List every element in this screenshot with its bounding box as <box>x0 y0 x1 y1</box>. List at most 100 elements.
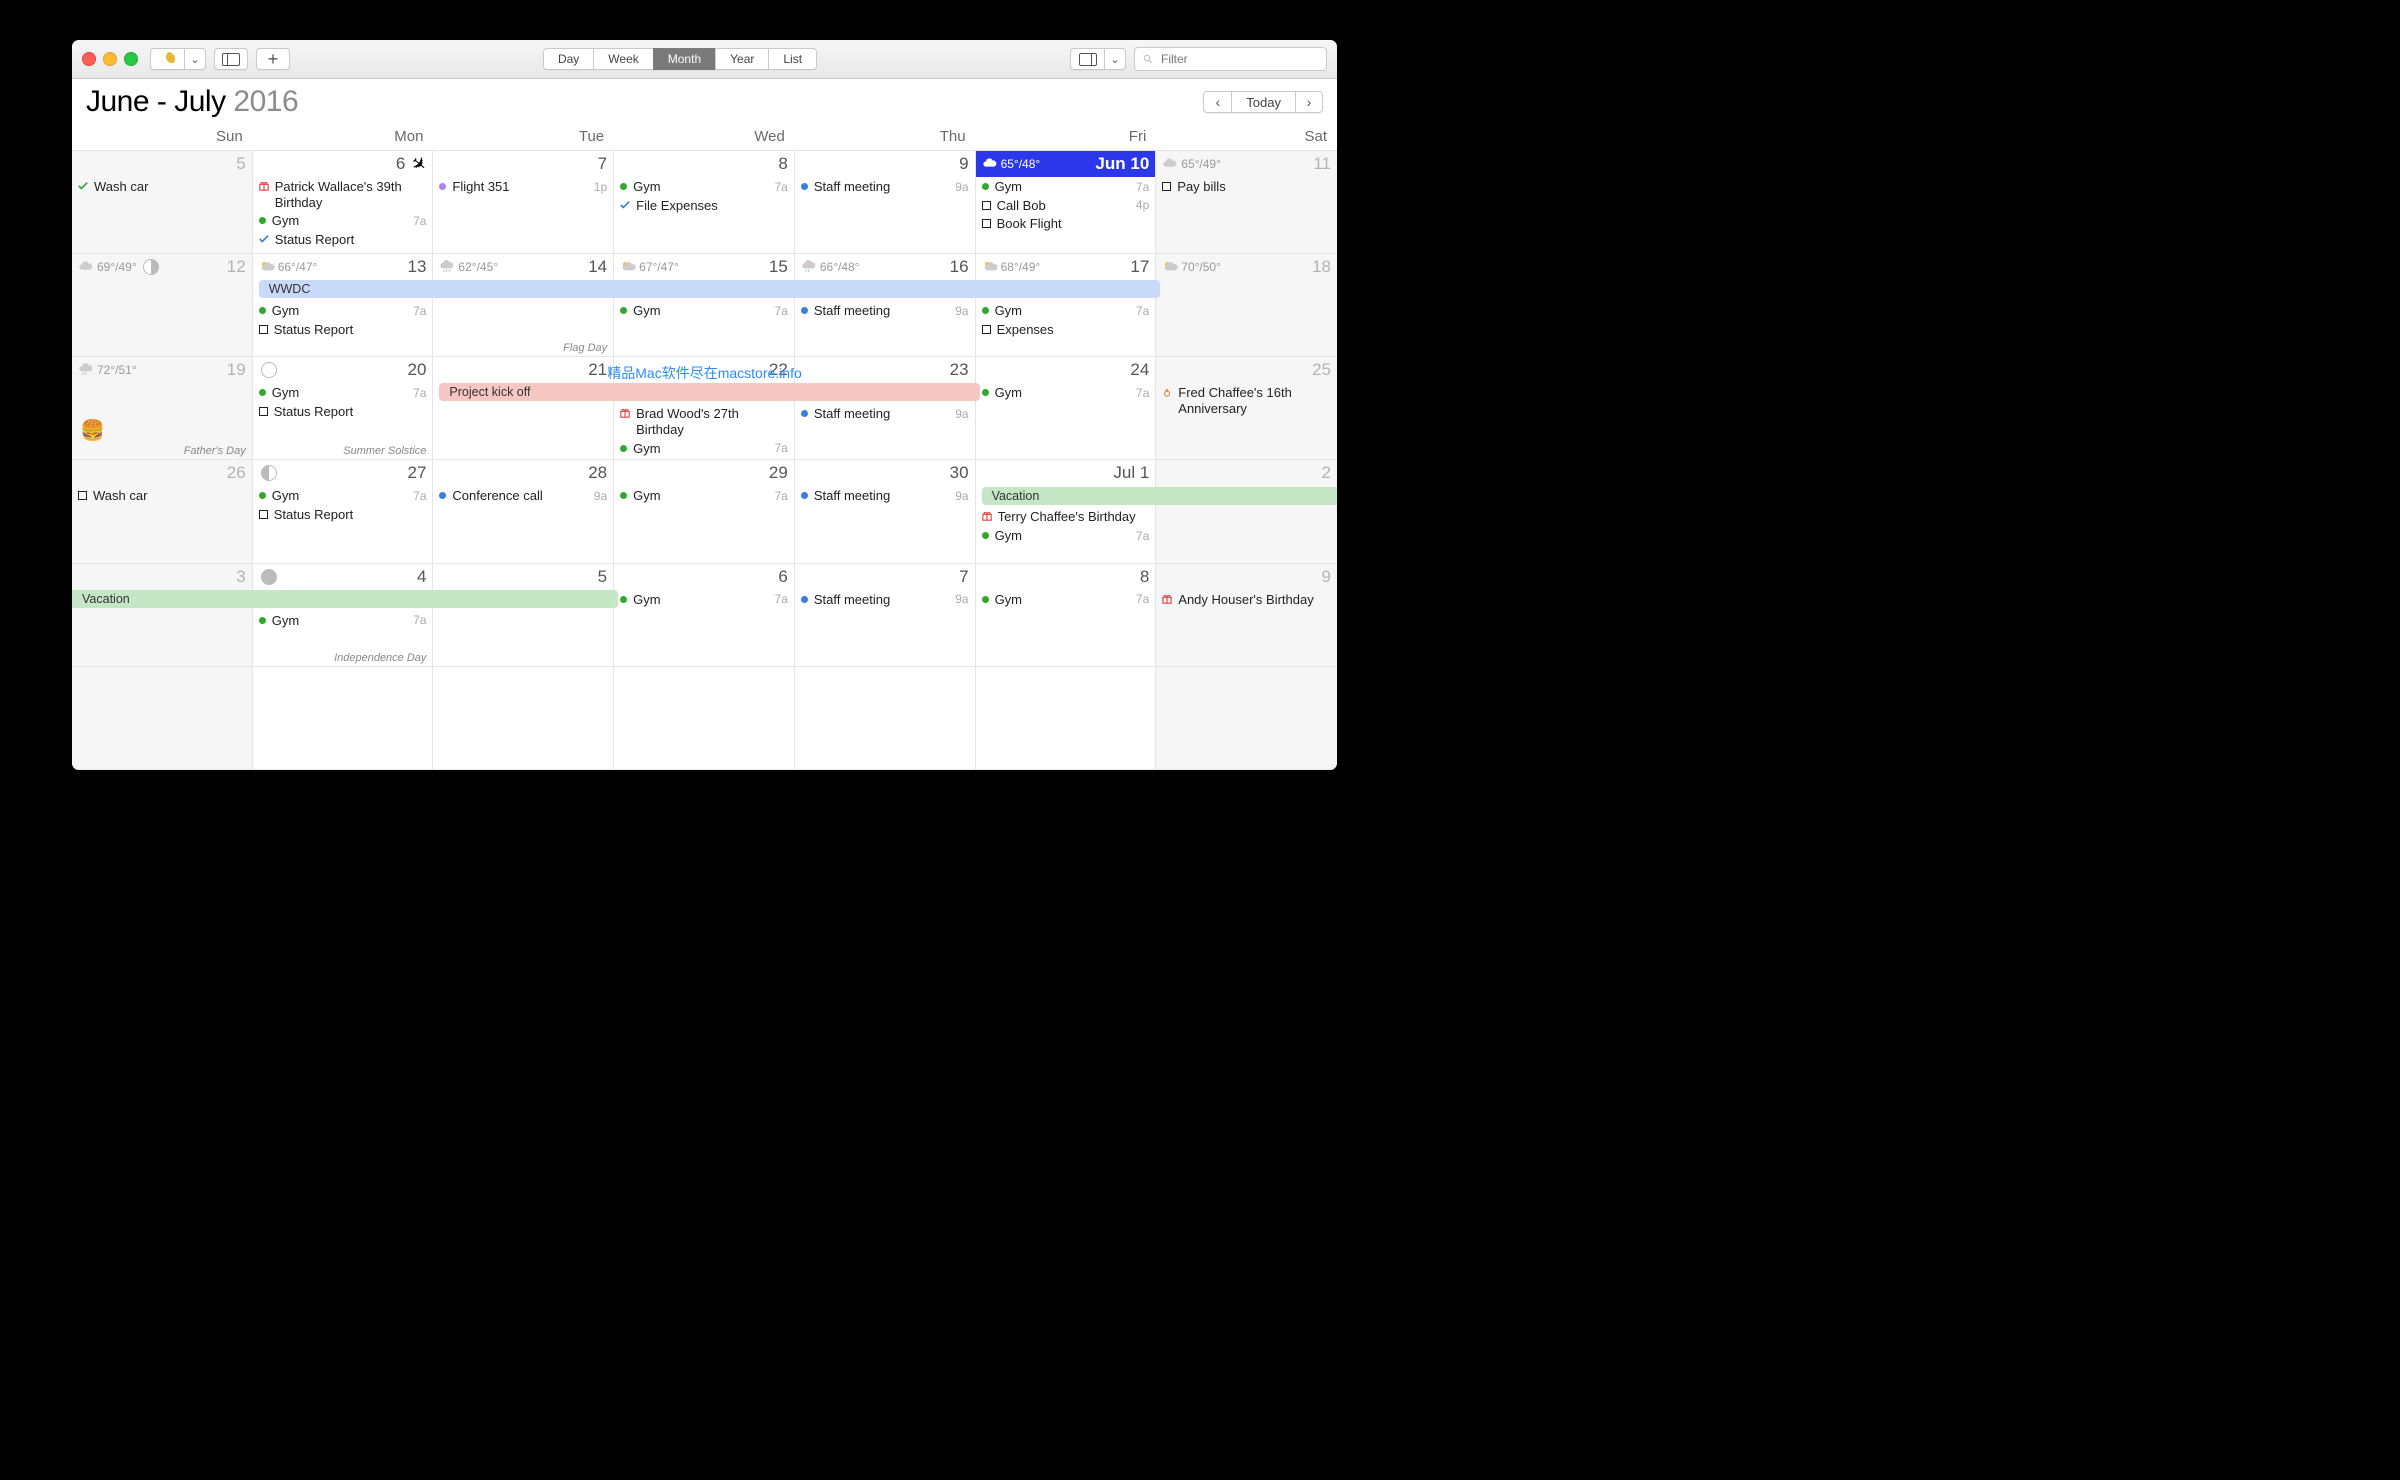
day-jun-17[interactable]: 68°/49° 17 Gym7aExpenses <box>976 254 1157 357</box>
event[interactable]: Gym7a <box>257 612 429 630</box>
event[interactable]: Gym7a <box>618 178 790 196</box>
today-button[interactable]: Today <box>1231 91 1295 113</box>
event[interactable]: Gym7a <box>980 591 1152 609</box>
view-year[interactable]: Year <box>715 48 768 70</box>
event[interactable]: Wash car <box>76 178 248 196</box>
event[interactable]: Wash car <box>76 487 248 505</box>
view-list[interactable]: List <box>768 48 817 70</box>
search-input[interactable] <box>1159 51 1318 67</box>
day-jun-19[interactable]: 72°/51° 19 🍔 Father's Day <box>72 357 253 460</box>
prev-month-button[interactable]: ‹ <box>1203 91 1231 113</box>
day-cell[interactable] <box>1156 667 1337 770</box>
day-cell[interactable] <box>72 667 253 770</box>
event[interactable]: Gym7a <box>257 487 429 505</box>
day-jul-5[interactable]: 5 <box>433 564 614 667</box>
event[interactable]: Andy Houser's Birthday <box>1160 591 1333 609</box>
panel-dropdown[interactable]: ⌄ <box>1104 48 1126 70</box>
event[interactable]: Pay bills <box>1160 178 1333 196</box>
close-window-button[interactable] <box>82 52 96 66</box>
event[interactable]: Gym7a <box>618 440 790 458</box>
day-jul-9[interactable]: 9 Andy Houser's Birthday <box>1156 564 1337 667</box>
event[interactable]: Staff meeting9a <box>799 405 971 423</box>
day-jun-22[interactable]: 22 Brad Wood's 27th BirthdayGym7a <box>614 357 795 460</box>
day-cell[interactable] <box>976 667 1157 770</box>
day-jun-26[interactable]: 26 Wash car <box>72 460 253 563</box>
event[interactable]: Staff meeting9a <box>799 178 971 196</box>
day-jun-23[interactable]: 23 Staff meeting9a <box>795 357 976 460</box>
span-event[interactable]: Project kick off <box>439 383 979 401</box>
day-jun-10-today[interactable]: 65°/48° Jun 10 Gym7aCall Bob4pBook Fligh… <box>976 151 1157 254</box>
day-jun-30[interactable]: 30 Staff meeting9a <box>795 460 976 563</box>
event[interactable]: Gym7a <box>257 212 429 230</box>
event[interactable]: Gym7a <box>980 178 1152 196</box>
event[interactable]: Gym7a <box>257 384 429 402</box>
event[interactable]: Patrick Wallace's 39th Birthday <box>257 178 429 211</box>
event[interactable]: Staff meeting9a <box>799 591 971 609</box>
view-day[interactable]: Day <box>543 48 593 70</box>
zoom-window-button[interactable] <box>124 52 138 66</box>
new-event-button[interactable]: + <box>256 48 290 70</box>
event[interactable]: Gym7a <box>980 527 1152 545</box>
day-jun-5[interactable]: 5 Wash car <box>72 151 253 254</box>
day-jun-15[interactable]: 67°/47° 15 Gym7a <box>614 254 795 357</box>
event[interactable]: Status Report <box>257 321 429 339</box>
event[interactable]: Fred Chaffee's 16th Anniversary <box>1160 384 1333 417</box>
day-jul-8[interactable]: 8 Gym7a <box>976 564 1157 667</box>
event[interactable]: Conference call9a <box>437 487 609 505</box>
day-jun-6[interactable]: 6 ✈ Patrick Wallace's 39th BirthdayGym7a… <box>253 151 434 254</box>
day-jun-24[interactable]: 24 Gym7a <box>976 357 1157 460</box>
day-jun-20[interactable]: 20 Gym7aStatus Report Summer Solstice <box>253 357 434 460</box>
day-jun-13[interactable]: 66°/47° 13 Gym7aStatus Report <box>253 254 434 357</box>
event[interactable]: Gym7a <box>618 302 790 320</box>
day-jun-9[interactable]: 9 Staff meeting9a <box>795 151 976 254</box>
day-jul-1[interactable]: Jul 1 Terry Chaffee's Birth­dayGym7a <box>976 460 1157 563</box>
day-jun-21[interactable]: 21 <box>433 357 614 460</box>
event[interactable]: Gym7a <box>980 384 1152 402</box>
view-month[interactable]: Month <box>653 48 715 70</box>
day-jun-14[interactable]: 62°/45° 14 Flag Day <box>433 254 614 357</box>
day-jun-16[interactable]: 66°/48° 16 Staff meeting9a <box>795 254 976 357</box>
day-cell[interactable] <box>433 667 614 770</box>
span-event[interactable]: WWDC <box>259 280 1161 298</box>
day-jul-6[interactable]: 6 Gym7a <box>614 564 795 667</box>
event[interactable]: Gym7a <box>257 302 429 320</box>
event[interactable]: Terry Chaffee's Birth­day <box>980 508 1152 526</box>
day-jun-29[interactable]: 29 Gym7a <box>614 460 795 563</box>
day-jun-11[interactable]: 65°/49° 11 Pay bills <box>1156 151 1337 254</box>
event[interactable]: Status Report <box>257 231 429 249</box>
event[interactable]: Status Report <box>257 506 429 524</box>
toggle-panel-button[interactable] <box>1070 48 1104 70</box>
appearance-dropdown[interactable]: ⌄ <box>184 48 206 70</box>
next-month-button[interactable]: › <box>1295 91 1323 113</box>
view-week[interactable]: Week <box>593 48 652 70</box>
event[interactable]: Staff meeting9a <box>799 487 971 505</box>
event[interactable]: Flight 3511p <box>437 178 609 196</box>
event[interactable]: Status Report <box>257 403 429 421</box>
toggle-sidebar-button[interactable] <box>214 48 248 70</box>
day-jun-28[interactable]: 28 Conference call9a <box>433 460 614 563</box>
day-jul-3[interactable]: 3 <box>72 564 253 667</box>
event[interactable]: Gym7a <box>980 302 1152 320</box>
event[interactable]: Brad Wood's 27th Birthday <box>618 405 790 438</box>
day-jun-7[interactable]: 7 Flight 3511p <box>433 151 614 254</box>
event[interactable]: Call Bob4p <box>980 197 1152 215</box>
span-event[interactable]: Vacation <box>982 487 1337 505</box>
event[interactable]: Gym7a <box>618 591 790 609</box>
day-jun-25[interactable]: 25 Fred Chaffee's 16th Anniversary <box>1156 357 1337 460</box>
day-jun-12[interactable]: 69°/49° 12 <box>72 254 253 357</box>
event[interactable]: File Expenses <box>618 197 790 215</box>
day-cell[interactable] <box>795 667 976 770</box>
minimize-window-button[interactable] <box>103 52 117 66</box>
span-event[interactable]: Vacation <box>72 590 618 608</box>
appearance-button[interactable] <box>150 48 184 70</box>
day-jun-18[interactable]: 70°/50° 18 <box>1156 254 1337 357</box>
event[interactable]: Gym7a <box>618 487 790 505</box>
day-jun-27[interactable]: 27 Gym7aStatus Report <box>253 460 434 563</box>
event[interactable]: Staff meeting9a <box>799 302 971 320</box>
event[interactable]: Expenses <box>980 321 1152 339</box>
search-field[interactable] <box>1134 47 1327 71</box>
day-jul-2[interactable]: 2 <box>1156 460 1337 563</box>
event[interactable]: Book Flight <box>980 215 1152 233</box>
day-jun-8[interactable]: 8 Gym7aFile Expenses <box>614 151 795 254</box>
day-jul-4[interactable]: 4 Gym7a Independence Day <box>253 564 434 667</box>
